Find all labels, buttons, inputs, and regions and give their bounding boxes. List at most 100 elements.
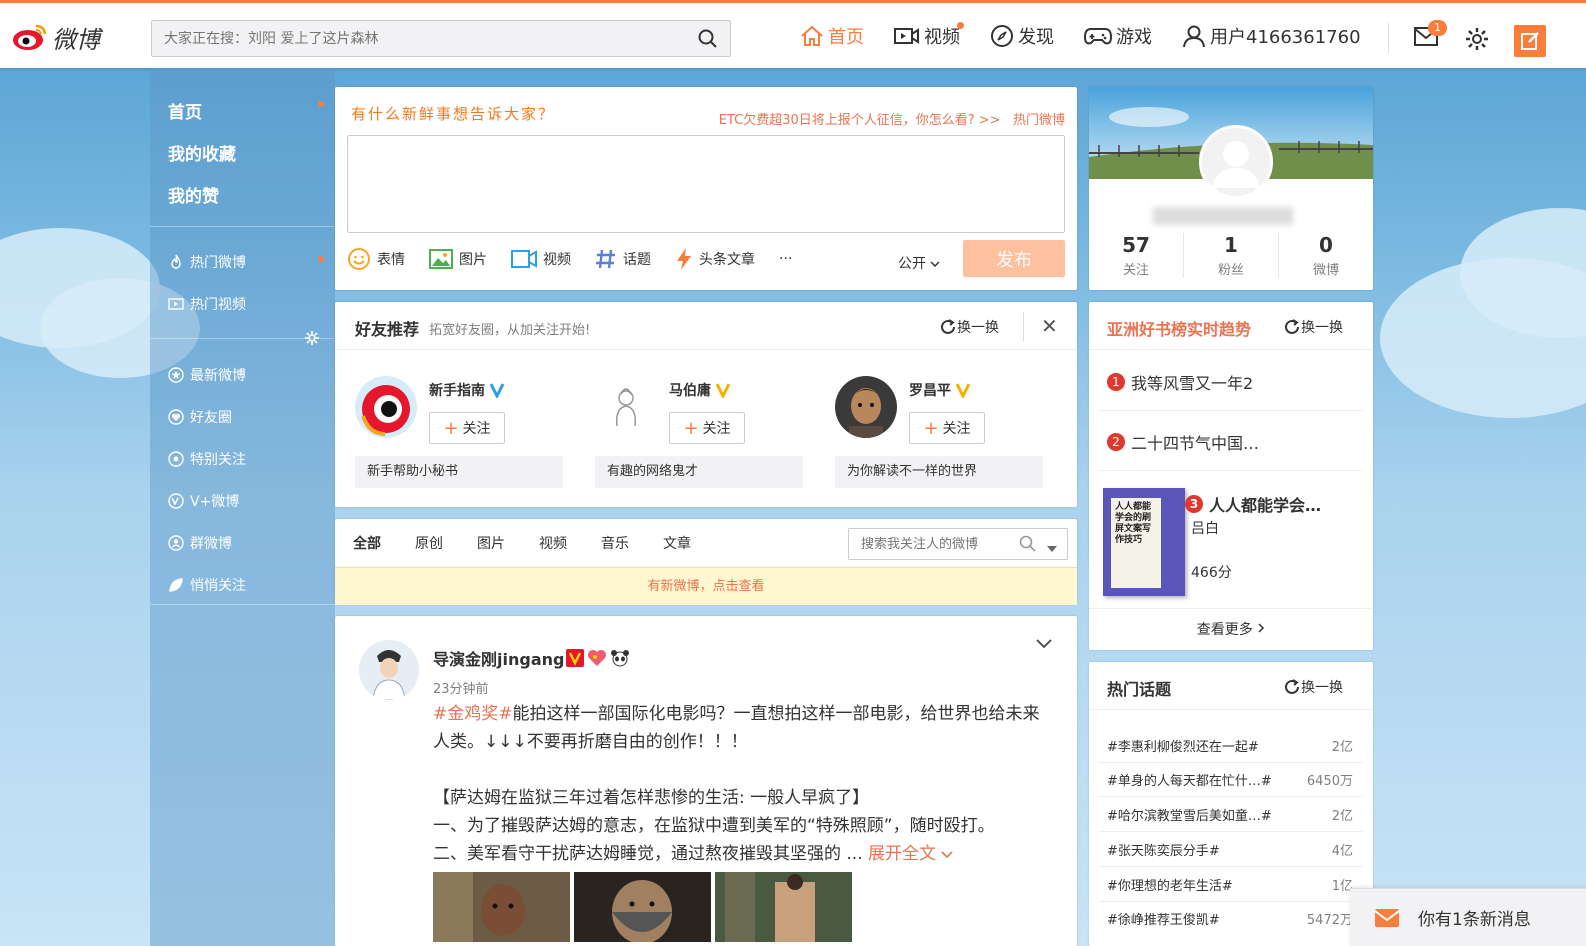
user-icon [1183,25,1205,48]
publish-button[interactable]: 发布 [963,240,1065,277]
sidebar-item-vplus[interactable]: V+微博 [168,491,239,511]
heart-badge-icon [588,650,607,666]
verified-gold-icon [955,383,970,398]
nav-home[interactable]: 首页 [800,23,864,49]
tab-article[interactable]: 文章 [663,533,691,553]
group-circle-icon [168,535,184,551]
tool-topic[interactable]: 话题 [595,248,651,270]
view-more-link[interactable]: 查看更多 [1089,608,1373,650]
topic-item[interactable]: #哈尔滨教堂雪后美如童…# 2亿 [1107,805,1353,824]
compose-button[interactable] [1514,25,1546,57]
nav-video[interactable]: 视频 [894,22,964,49]
sidebar-item-home[interactable]: 首页 [168,98,202,123]
friend-item: 罗昌平 + 关注 为你解读不一样的世界 [815,372,1045,492]
sidebar-item-latest[interactable]: 最新微博 [168,365,246,385]
nav-discover[interactable]: 发现 [990,23,1054,49]
follow-button[interactable]: + 关注 [909,412,985,444]
dropdown-triangle-icon[interactable] [1047,541,1057,557]
tool-image[interactable]: 图片 [429,248,487,270]
topic-name: #你理想的老年生活# [1107,879,1233,894]
settings-gear-icon[interactable] [1465,27,1489,55]
sidebar-item-favorites[interactable]: 我的收藏 [168,140,236,165]
post-image[interactable] [574,872,711,942]
follow-button[interactable]: + 关注 [669,412,745,444]
friend-name[interactable]: 新手指南 [429,380,504,400]
sidebar-item-special[interactable]: 特别关注 [168,449,246,469]
feed-search-input[interactable] [849,529,1009,559]
profile-name-blurred[interactable] [1153,207,1293,225]
author-avatar[interactable] [359,640,419,700]
tool-more[interactable]: ··· [779,251,792,267]
post-image[interactable] [433,872,570,942]
sidebar-item-secret[interactable]: 悄悄关注 [168,575,246,595]
expand-link[interactable]: 展开全文 [868,844,954,864]
new-message-toast[interactable]: 你有1条新消息 [1350,888,1586,946]
tab-video[interactable]: 视频 [539,533,567,553]
search-icon[interactable] [698,29,718,53]
search-icon[interactable] [1019,535,1037,557]
friend-name[interactable]: 罗昌平 [909,380,970,400]
new-posts-notice[interactable]: 有新微博，点击查看 [335,567,1077,605]
topic-item[interactable]: #张天陈奕辰分手# 4亿 [1107,840,1353,859]
tool-video[interactable]: 视频 [511,249,571,269]
topic-item[interactable]: #你理想的老年生活# 1亿 [1107,875,1353,894]
post-image[interactable] [715,872,852,942]
follow-label: 关注 [942,421,971,437]
group-settings-gear-icon[interactable] [304,330,320,350]
avatar[interactable] [835,376,897,438]
tool-article[interactable]: 头条文章 [675,247,755,271]
weibo-logo[interactable]: 微博 [12,17,122,57]
avatar[interactable] [595,376,657,438]
avatar[interactable] [355,376,417,438]
author-name[interactable]: 导演金刚jingang [433,646,630,670]
book-cover[interactable]: 人人都能学会的刷屏文案写作技巧 [1103,488,1185,596]
main-nav: 首页 视频 发现 游戏 用户4166361760 [800,22,1391,49]
close-icon[interactable]: ✕ [1041,314,1058,338]
publisher-textarea[interactable] [347,135,1065,233]
sidebar-item-friends[interactable]: 好友圈 [168,407,232,427]
refresh-icon [1285,679,1299,694]
refresh-icon [941,319,955,334]
rank-item[interactable]: 1 我等风雪又一年2 [1107,370,1253,394]
sidebar-item-label: 最新微博 [190,368,246,384]
topic-item[interactable]: #单身的人每天都在忙什…# 6450万 [1107,770,1353,789]
refresh-button[interactable]: 换一换 [1283,677,1343,697]
publisher-card: 有什么新鲜事想告诉大家？ ETC欠费超30日将上报个人征信，你怎么看? >> 热… [335,87,1077,290]
hot-topic-text[interactable]: ETC欠费超30日将上报个人征信，你怎么看? >> [719,113,1001,128]
divider [1023,312,1024,342]
follow-button[interactable]: + 关注 [429,412,505,444]
profile-avatar[interactable] [1199,125,1273,199]
friend-name[interactable]: 马伯庸 [669,380,730,400]
tool-label: 表情 [377,252,405,268]
refresh-button[interactable]: 换一换 [939,317,999,337]
sidebar-item-group[interactable]: 群微博 [168,533,232,553]
stat-posts[interactable]: 0 微博 [1279,233,1373,278]
visibility-select[interactable]: 公开 [898,253,940,273]
card-header: 亚洲好书榜实时趋势 换一换 [1089,302,1373,350]
search-input[interactable] [152,21,672,56]
topic-item[interactable]: #李惠利柳俊烈还在一起# 2亿 [1107,736,1353,755]
topic-item[interactable]: #徐峥推荐王俊凯# 5472万 [1107,909,1353,928]
hot-weibo-link[interactable]: 热门微博 [1013,113,1065,128]
sidebar-item-hot-video[interactable]: 热门视频 [168,294,246,314]
nav-profile[interactable]: 用户4166361760 [1182,23,1361,49]
card-title: 好友推荐 [355,320,420,339]
rank-item[interactable]: 2 二十四节气中国… [1107,430,1259,454]
tool-emoji[interactable]: 表情 [347,247,405,271]
refresh-button[interactable]: 换一换 [1283,317,1343,337]
hot-topic-link[interactable]: ETC欠费超30日将上报个人征信，你怎么看? >> 热门微博 [719,109,1065,128]
stat-followers[interactable]: 1 粉丝 [1184,233,1279,278]
post-hashtag[interactable]: #金鸡奖# [433,704,513,724]
post-menu-chevron-icon[interactable] [1035,638,1053,654]
tab-all[interactable]: 全部 [353,533,381,553]
post-time[interactable]: 23分钟前 [433,678,489,697]
rank-item[interactable]: 3 人人都能学会… [1185,492,1321,516]
tab-music[interactable]: 音乐 [601,533,629,553]
tool-label: 头条文章 [699,252,755,268]
sidebar-item-hot-weibo[interactable]: 热门微博 [168,252,246,272]
tab-images[interactable]: 图片 [477,533,505,553]
stat-following[interactable]: 57 关注 [1089,233,1184,278]
nav-games[interactable]: 游戏 [1084,23,1152,49]
sidebar-item-likes[interactable]: 我的赞 [168,182,219,207]
tab-original[interactable]: 原创 [415,533,443,553]
